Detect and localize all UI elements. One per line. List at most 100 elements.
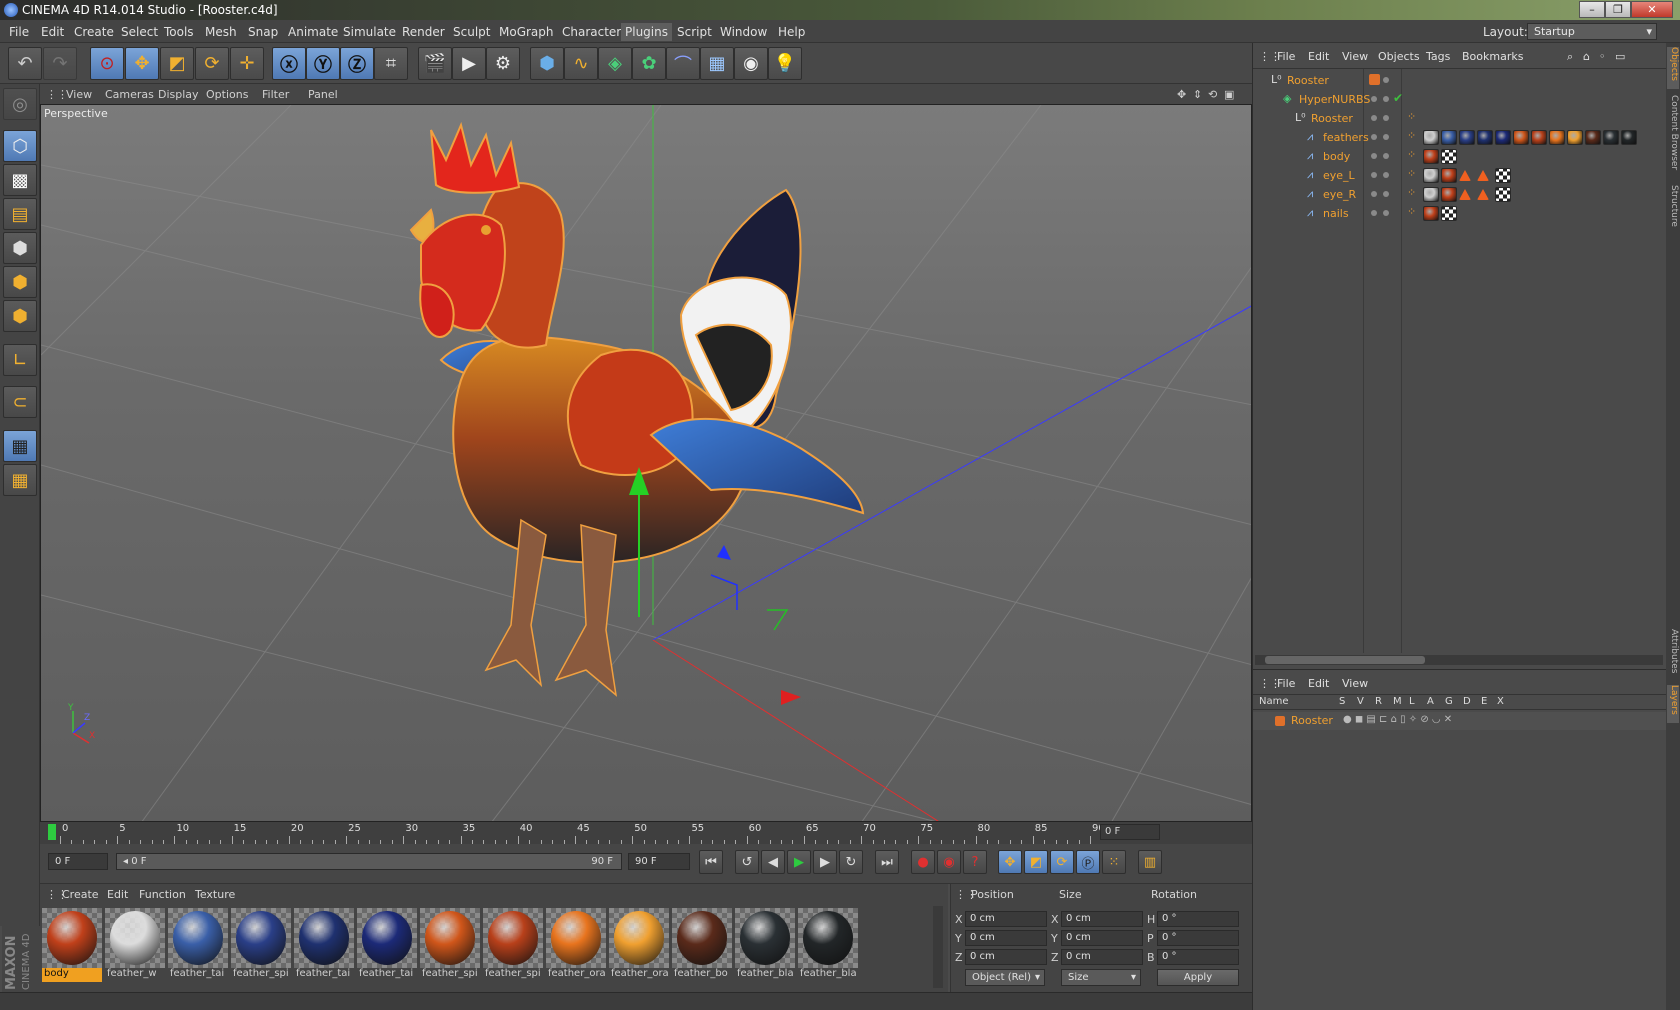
record-parameter-button[interactable]: Ⓟ [1076, 850, 1100, 874]
menu-select[interactable]: Select [121, 25, 158, 39]
object-name[interactable]: Rooster [1311, 112, 1353, 125]
go-to-start-button[interactable]: ⏮ [699, 850, 723, 874]
layer-column-header[interactable]: V [1357, 696, 1364, 707]
editor-visibility-dot[interactable] [1371, 172, 1377, 178]
edges-mode-button[interactable]: ⬢ [3, 266, 37, 298]
viewport-menu-options[interactable]: Options [206, 88, 248, 101]
rotate-button[interactable]: ⟳ [195, 47, 229, 80]
viewport-menu-view[interactable]: View [66, 88, 92, 101]
y-axis-button[interactable]: Ⓨ [306, 47, 340, 80]
polygons-mode-button[interactable]: ⬢ [3, 300, 37, 332]
object-name[interactable]: nails [1323, 207, 1349, 220]
previous-key-button[interactable]: ↺ [735, 850, 759, 874]
texture-tag-icon[interactable] [1423, 130, 1439, 145]
object-name[interactable]: eye_L [1323, 169, 1355, 182]
rotation-b-field[interactable]: 0 ° [1157, 949, 1239, 965]
zoom-view-icon[interactable]: ⇕ [1193, 88, 1202, 101]
uvw-tag-icon[interactable] [1495, 187, 1511, 202]
menu-mograph[interactable]: MoGraph [499, 25, 554, 39]
model-mode-button[interactable]: ⬡ [3, 130, 37, 162]
menu-tools[interactable]: Tools [164, 25, 194, 39]
size-mode-select[interactable]: Size ▾ [1061, 969, 1141, 986]
render-visibility-dot[interactable] [1383, 115, 1389, 121]
texture-tag-icon[interactable] [1423, 168, 1439, 183]
render-picture-viewer-button[interactable]: ▶ [452, 47, 486, 80]
material-scrollbar[interactable] [933, 906, 943, 988]
object-row[interactable]: ⩘ feathers ⁘ [1253, 128, 1667, 147]
object-name[interactable]: eye_R [1323, 188, 1356, 201]
texture-tag-icon[interactable] [1477, 130, 1493, 145]
objects-scroll-thumb[interactable] [1265, 656, 1425, 664]
viewport-menu-display[interactable]: Display [158, 88, 199, 101]
texture-tag-icon[interactable] [1423, 187, 1439, 202]
selection-tag-icon[interactable] [1459, 189, 1471, 200]
selection-tag-icon[interactable] [1477, 170, 1489, 181]
tab-content-browser[interactable]: Content Browser [1667, 95, 1679, 179]
viewport-menu-cameras[interactable]: Cameras [105, 88, 154, 101]
max-frame-field[interactable]: 90 F [628, 853, 690, 870]
object-name[interactable]: HyperNURBS [1299, 93, 1370, 106]
viewport-menu-panel[interactable]: Panel [308, 88, 338, 101]
record-rotation-button[interactable]: ⟳ [1050, 850, 1074, 874]
material-item[interactable]: feather_spi [420, 908, 480, 984]
menu-snap[interactable]: Snap [248, 25, 278, 39]
menu-mesh[interactable]: Mesh [205, 25, 237, 39]
menu-script[interactable]: Script [677, 25, 712, 39]
layers-menu-edit[interactable]: Edit [1308, 677, 1329, 690]
layer-column-header[interactable]: X [1497, 696, 1504, 707]
menu-create[interactable]: Create [74, 25, 114, 39]
layer-column-header[interactable]: R [1375, 696, 1382, 707]
collapse-icon[interactable]: ◦ [1599, 50, 1606, 63]
objects-menu-edit[interactable]: Edit [1308, 50, 1329, 63]
objects-menu-view[interactable]: View [1342, 50, 1368, 63]
material-item[interactable]: feather_spi [483, 908, 543, 984]
pan-view-icon[interactable]: ✥ [1177, 88, 1186, 101]
material-item[interactable]: body [42, 908, 102, 984]
maximize-view-icon[interactable]: ▣ [1224, 88, 1234, 101]
menu-edit[interactable]: Edit [41, 25, 64, 39]
layer-column-header[interactable]: G [1445, 696, 1453, 707]
move-button[interactable]: ✥ [125, 47, 159, 80]
layers-menu-file[interactable]: File [1277, 677, 1295, 690]
texture-tag-icon[interactable] [1459, 130, 1475, 145]
x-axis-button[interactable]: ⓧ [272, 47, 306, 80]
editor-visibility-dot[interactable] [1371, 96, 1377, 102]
texture-tag-icon[interactable] [1549, 130, 1565, 145]
objects-menu-tags[interactable]: Tags [1426, 50, 1450, 63]
objects-menu-file[interactable]: File [1277, 50, 1295, 63]
size-y-field[interactable]: 0 cm [1061, 930, 1143, 946]
coordinate-system-button[interactable]: ⌗ [374, 47, 408, 80]
editor-visibility-dot[interactable] [1371, 191, 1377, 197]
material-item[interactable]: feather_bla [798, 908, 858, 984]
object-row[interactable]: ⩘ eye_R ⁘ [1253, 185, 1667, 204]
spline-pen-button[interactable]: ∿ [564, 47, 598, 80]
next-key-button[interactable]: ↻ [839, 850, 863, 874]
timeline-end-field[interactable]: 0 F [1100, 824, 1160, 840]
menu-file[interactable]: File [9, 25, 29, 39]
current-frame-field[interactable]: 0 F [48, 853, 108, 870]
record-position-button[interactable]: ✥ [998, 850, 1022, 874]
texture-tag-icon[interactable] [1603, 130, 1619, 145]
record-scale-button[interactable]: ◩ [1024, 850, 1048, 874]
last-tool-button[interactable]: ✛ [230, 47, 264, 80]
close-button[interactable]: ✕ [1631, 1, 1673, 18]
phong-tag-icon[interactable]: ⁘ [1407, 205, 1416, 218]
selection-tag-icon[interactable] [1459, 170, 1471, 181]
objects-scrollbar[interactable] [1255, 655, 1663, 665]
editor-visibility-dot[interactable] [1371, 115, 1377, 121]
menu-sculpt[interactable]: Sculpt [453, 25, 490, 39]
new-view-icon[interactable]: ▭ [1615, 50, 1625, 63]
floor-button[interactable]: ▦ [700, 47, 734, 80]
object-row[interactable]: ⩘ body ⁘ [1253, 147, 1667, 166]
texture-tag-icon[interactable] [1513, 130, 1529, 145]
position-y-field[interactable]: 0 cm [965, 930, 1047, 946]
uvw-tag-icon[interactable] [1441, 149, 1457, 164]
keyframe-selection-button[interactable]: ? [963, 850, 987, 874]
cube-button[interactable]: ⬢ [530, 47, 564, 80]
object-name[interactable]: feathers [1323, 131, 1369, 144]
record-keys-button[interactable]: ● [911, 850, 935, 874]
play-button[interactable]: ▶ [787, 850, 811, 874]
render-visibility-dot[interactable] [1383, 134, 1389, 140]
maximize-button[interactable]: ❐ [1605, 1, 1631, 18]
menu-plugins[interactable]: Plugins [621, 23, 672, 41]
